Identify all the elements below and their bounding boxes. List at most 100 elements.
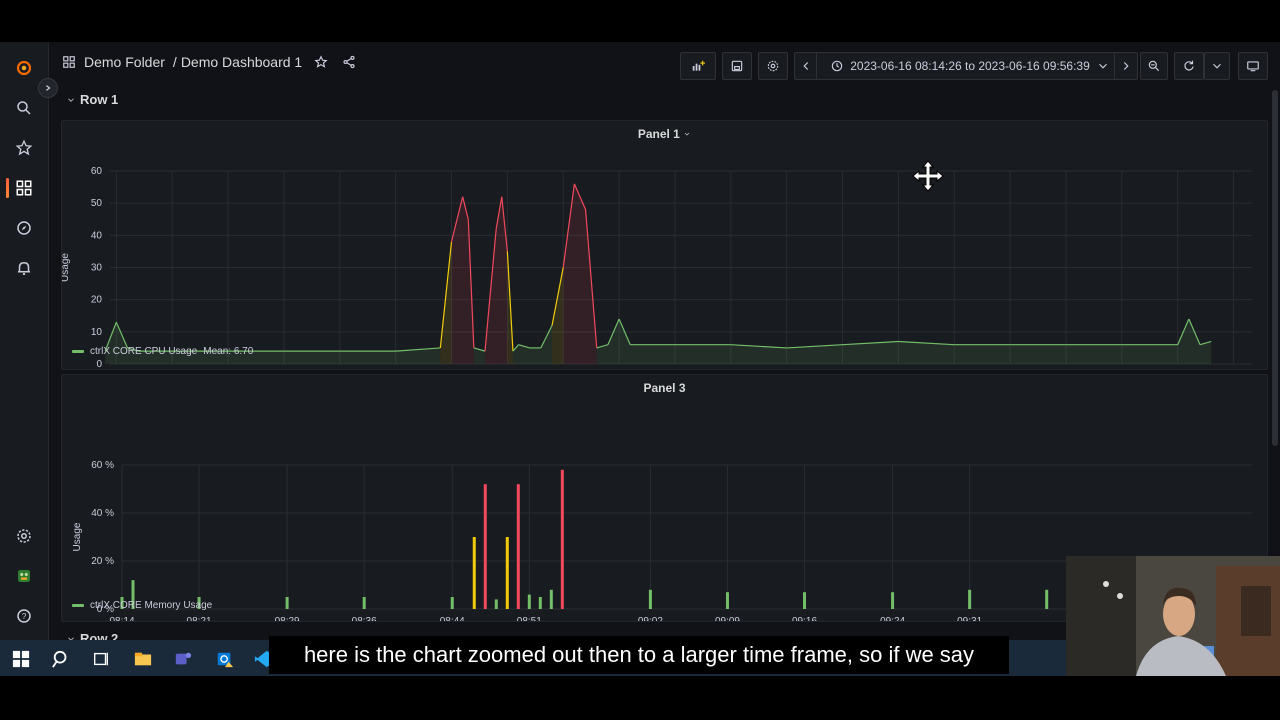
series-area-segment — [630, 344, 675, 364]
series-bar — [725, 592, 729, 609]
cpu-usage-chart[interactable]: 010203040506008:1508:2008:2508:3008:3508… — [62, 121, 1267, 369]
chevron-down-icon — [68, 97, 74, 102]
star-icon[interactable] — [12, 136, 36, 160]
legend-swatch — [72, 604, 84, 607]
help-icon[interactable]: ? — [12, 604, 36, 628]
series-bar — [803, 592, 807, 609]
settings-icon — [767, 60, 779, 72]
explore-icon[interactable] — [12, 216, 36, 240]
x-tick-label: 09:31 — [957, 616, 982, 621]
tv-mode-button[interactable] — [1238, 52, 1268, 80]
refresh-icon — [1184, 60, 1194, 71]
refresh-button[interactable] — [1174, 52, 1204, 80]
row-title: Row 1 — [80, 92, 119, 107]
zoom-out-icon — [1148, 60, 1160, 72]
x-tick-label: 09:24 — [880, 616, 905, 621]
y-axis-label: Usage — [62, 253, 71, 282]
time-range-picker[interactable]: 2023-06-16 08:14:26 to 2023-06-16 09:56:… — [816, 52, 1124, 80]
series-bar — [516, 484, 520, 609]
x-tick-label: 09:02 — [638, 616, 663, 621]
legend[interactable]: ctrlX CORE CPU Usage Mean: 6.70 — [72, 346, 253, 357]
series-bar — [483, 484, 487, 609]
search-icon[interactable] — [52, 650, 70, 668]
series-bar — [472, 537, 476, 609]
x-tick-label: 08:36 — [352, 616, 377, 621]
series-bar — [494, 599, 498, 609]
series-area-segment — [1121, 344, 1178, 364]
series-area-segment — [451, 196, 463, 364]
x-tick-label: 09:16 — [792, 616, 817, 621]
add-panel-button[interactable] — [680, 52, 716, 80]
y-tick-label: 60 % — [91, 460, 114, 471]
series-bar — [450, 597, 454, 609]
y-tick-label: 20 % — [91, 556, 114, 567]
series-area-segment — [462, 196, 469, 364]
active-indicator — [6, 178, 9, 198]
search-icon[interactable] — [12, 96, 36, 120]
move-cursor-icon — [912, 160, 944, 192]
chevron-down-icon — [1213, 63, 1221, 69]
sidebar: ? — [0, 42, 49, 676]
series-bar — [505, 537, 509, 609]
series-area-segment — [1010, 344, 1066, 364]
webcam-person-image — [1066, 556, 1280, 676]
series-area-segment — [283, 351, 340, 364]
breadcrumb-dashboard[interactable]: Demo Dashboard 1 — [181, 54, 302, 70]
tv-mode-icon — [1247, 61, 1259, 72]
clock-icon — [831, 60, 843, 72]
refresh-interval-dropdown[interactable] — [1204, 52, 1230, 80]
plugin-icon[interactable] — [12, 564, 36, 588]
y-tick-label: 0 — [96, 359, 102, 369]
y-tick-label: 30 — [91, 263, 103, 274]
series-area-segment — [563, 183, 575, 364]
x-tick-label: 08:51 — [517, 616, 542, 621]
x-tick-label: 08:29 — [275, 616, 300, 621]
share-icon[interactable] — [342, 55, 356, 69]
series-area-segment — [1200, 341, 1212, 364]
video-caption: here is the chart zoomed out then to a l… — [269, 636, 1009, 674]
y-axis-label: Usage — [72, 522, 83, 551]
legend[interactable]: ctrlX CORE Memory Usage — [72, 600, 212, 611]
file-explorer-icon[interactable] — [134, 650, 152, 668]
y-tick-label: 40 % — [91, 508, 114, 519]
alert-bell-icon[interactable] — [12, 256, 36, 280]
series-area-segment — [1065, 344, 1122, 364]
legend-swatch — [72, 350, 84, 353]
settings-button[interactable] — [758, 52, 788, 80]
save-icon — [731, 60, 743, 72]
panel-1[interactable]: Panel 1 010203040506008:1508:2008:2508:3… — [61, 120, 1268, 370]
top-bar: Demo Folder / Demo Dashboard 1 2023-06-1… — [48, 42, 1280, 86]
star-icon[interactable] — [314, 55, 328, 69]
series-area-segment — [574, 183, 586, 364]
series-bar — [1045, 589, 1049, 609]
x-tick-label: 08:44 — [440, 616, 465, 621]
row-header-1[interactable]: Row 1 — [66, 92, 118, 107]
svg-text:?: ? — [22, 612, 27, 621]
task-view-icon[interactable] — [92, 650, 110, 668]
series-area-segment — [529, 347, 541, 364]
gear-icon[interactable] — [12, 524, 36, 548]
time-shift-forward-button[interactable] — [1114, 52, 1138, 80]
series-bar — [968, 589, 972, 609]
series-area-segment — [674, 344, 731, 364]
zoom-out-button[interactable] — [1140, 52, 1168, 80]
teams-icon[interactable] — [174, 650, 192, 668]
y-tick-label: 50 — [91, 198, 103, 209]
y-tick-label: 40 — [91, 230, 103, 241]
time-shift-back-button[interactable] — [794, 52, 818, 80]
webcam-overlay — [1066, 556, 1280, 676]
series-bar — [527, 594, 531, 609]
outlook-icon[interactable] — [216, 650, 234, 668]
grafana-logo-icon[interactable] — [12, 56, 36, 80]
dashboards-icon[interactable] — [12, 176, 36, 200]
legend-label: ctrlX CORE CPU Usage — [90, 346, 198, 357]
save-button[interactable] — [722, 52, 752, 80]
chevron-right-icon — [1123, 62, 1129, 70]
series-bar — [560, 469, 564, 609]
series-area-segment — [339, 351, 396, 364]
breadcrumb-folder[interactable]: Demo Folder — [84, 54, 165, 70]
legend-label: ctrlX CORE Memory Usage — [90, 600, 213, 611]
scrollbar[interactable] — [1272, 90, 1278, 446]
y-tick-label: 60 — [91, 166, 103, 177]
windows-start-icon[interactable] — [12, 650, 30, 668]
